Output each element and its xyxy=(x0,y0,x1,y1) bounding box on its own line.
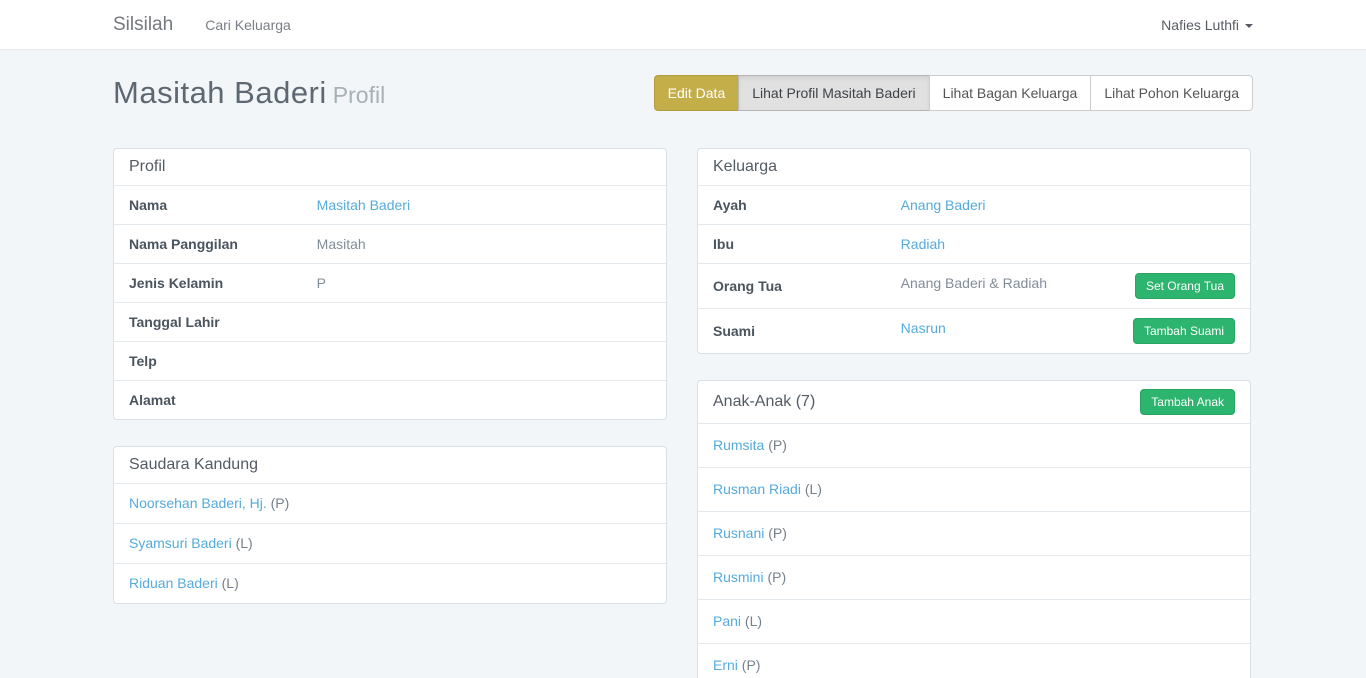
tambah-suami-button[interactable]: Tambah Suami xyxy=(1133,318,1235,344)
table-row: Alamat xyxy=(114,381,666,420)
link-pani[interactable]: Pani xyxy=(713,613,741,629)
row-label-ayah: Ayah xyxy=(698,186,886,225)
row-label-ibu: Ibu xyxy=(698,225,886,264)
lihat-profil-button[interactable]: Lihat Profil Masitah Baderi xyxy=(738,75,929,111)
gender-label: (L) xyxy=(805,481,822,497)
chevron-down-icon xyxy=(1245,24,1253,28)
link-riduan-baderi[interactable]: Riduan Baderi xyxy=(129,575,218,591)
table-row: Nama Panggilan Masitah xyxy=(114,225,666,264)
link-anang-baderi[interactable]: Anang Baderi xyxy=(901,197,986,213)
row-value-tanggal-lahir xyxy=(302,303,666,342)
profil-card: Profil Nama Masitah Baderi Nama Panggila… xyxy=(113,148,667,420)
link-rusman-riadi[interactable]: Rusman Riadi xyxy=(713,481,801,497)
profile-action-button-group: Edit Data Lihat Profil Masitah Baderi Li… xyxy=(654,75,1253,111)
row-label-nama: Nama xyxy=(114,186,302,225)
lihat-pohon-keluarga-button[interactable]: Lihat Pohon Keluarga xyxy=(1090,75,1253,111)
gender-label: (P) xyxy=(767,569,786,585)
list-item: Rusmini (P) xyxy=(698,555,1250,599)
link-noorsehan-baderi[interactable]: Noorsehan Baderi, Hj. xyxy=(129,495,267,511)
row-value-telp xyxy=(302,342,666,381)
saudara-kandung-card: Saudara Kandung Noorsehan Baderi, Hj. (P… xyxy=(113,446,667,604)
row-value-orang-tua: Anang Baderi & Radiah xyxy=(901,275,1047,291)
page-header: Masitah BaderiProfil Edit Data Lihat Pro… xyxy=(113,72,1253,114)
keluarga-card-title: Keluarga xyxy=(698,149,1250,185)
list-item: Rusman Riadi (L) xyxy=(698,467,1250,511)
profil-card-title: Profil xyxy=(114,149,666,185)
link-syamsuri-baderi[interactable]: Syamsuri Baderi xyxy=(129,535,232,551)
saudara-kandung-card-title: Saudara Kandung xyxy=(114,447,666,483)
row-value-nama-panggilan: Masitah xyxy=(302,225,666,264)
gender-label: (P) xyxy=(768,525,787,541)
anak-anak-card: Anak-Anak (7) Tambah Anak Rumsita (P) Ru… xyxy=(697,380,1251,678)
list-item: Noorsehan Baderi, Hj. (P) xyxy=(114,483,666,523)
row-value-jenis-kelamin: P xyxy=(302,264,666,303)
list-item: Pani (L) xyxy=(698,599,1250,643)
row-label-nama-panggilan: Nama Panggilan xyxy=(114,225,302,264)
gender-label: (P) xyxy=(271,495,290,511)
set-orang-tua-button[interactable]: Set Orang Tua xyxy=(1135,273,1235,299)
link-rumsita[interactable]: Rumsita xyxy=(713,437,764,453)
table-row: Jenis Kelamin P xyxy=(114,264,666,303)
lihat-bagan-keluarga-button[interactable]: Lihat Bagan Keluarga xyxy=(929,75,1092,111)
keluarga-card: Keluarga Ayah Anang Baderi Ibu Radiah Or… xyxy=(697,148,1251,354)
page-title-block: Masitah BaderiProfil xyxy=(113,75,385,111)
link-radiah[interactable]: Radiah xyxy=(901,236,945,252)
row-value-alamat xyxy=(302,381,666,420)
gender-label: (P) xyxy=(768,437,787,453)
list-item: Syamsuri Baderi (L) xyxy=(114,523,666,563)
link-nasrun[interactable]: Nasrun xyxy=(901,320,946,336)
link-erni[interactable]: Erni xyxy=(713,657,738,673)
table-row: Suami Tambah Suami Nasrun xyxy=(698,309,1250,354)
row-label-suami: Suami xyxy=(698,309,886,354)
list-item: Rusnani (P) xyxy=(698,511,1250,555)
list-item: Rumsita (P) xyxy=(698,423,1250,467)
tambah-anak-button[interactable]: Tambah Anak xyxy=(1140,389,1235,415)
user-dropdown[interactable]: Nafies Luthfi xyxy=(1161,17,1253,33)
row-label-orang-tua: Orang Tua xyxy=(698,264,886,309)
list-item: Erni (P) xyxy=(698,643,1250,678)
table-row: Ibu Radiah xyxy=(698,225,1250,264)
anak-anak-card-header: Anak-Anak (7) Tambah Anak xyxy=(698,381,1250,423)
link-rusmini[interactable]: Rusmini xyxy=(713,569,764,585)
link-masitah-baderi[interactable]: Masitah Baderi xyxy=(317,197,410,213)
page-subtitle: Profil xyxy=(333,82,385,108)
table-row: Telp xyxy=(114,342,666,381)
gender-label: (L) xyxy=(222,575,239,591)
list-item: Riduan Baderi (L) xyxy=(114,563,666,603)
gender-label: (P) xyxy=(742,657,761,673)
anak-anak-card-title: Anak-Anak (7) xyxy=(713,393,815,411)
link-rusnani[interactable]: Rusnani xyxy=(713,525,764,541)
table-row: Nama Masitah Baderi xyxy=(114,186,666,225)
row-label-tanggal-lahir: Tanggal Lahir xyxy=(114,303,302,342)
page-title: Masitah Baderi xyxy=(113,75,327,110)
row-label-alamat: Alamat xyxy=(114,381,302,420)
table-row: Orang Tua Set Orang Tua Anang Baderi & R… xyxy=(698,264,1250,309)
gender-label: (L) xyxy=(745,613,762,629)
row-label-jenis-kelamin: Jenis Kelamin xyxy=(114,264,302,303)
row-label-telp: Telp xyxy=(114,342,302,381)
gender-label: (L) xyxy=(236,535,253,551)
table-row: Ayah Anang Baderi xyxy=(698,186,1250,225)
edit-data-button[interactable]: Edit Data xyxy=(654,75,740,111)
nav-item-cari-keluarga[interactable]: Cari Keluarga xyxy=(205,17,291,33)
table-row: Tanggal Lahir xyxy=(114,303,666,342)
user-name: Nafies Luthfi xyxy=(1161,17,1239,33)
top-navbar: Silsilah Cari Keluarga Nafies Luthfi xyxy=(0,0,1366,50)
brand-silsilah[interactable]: Silsilah xyxy=(113,14,173,36)
